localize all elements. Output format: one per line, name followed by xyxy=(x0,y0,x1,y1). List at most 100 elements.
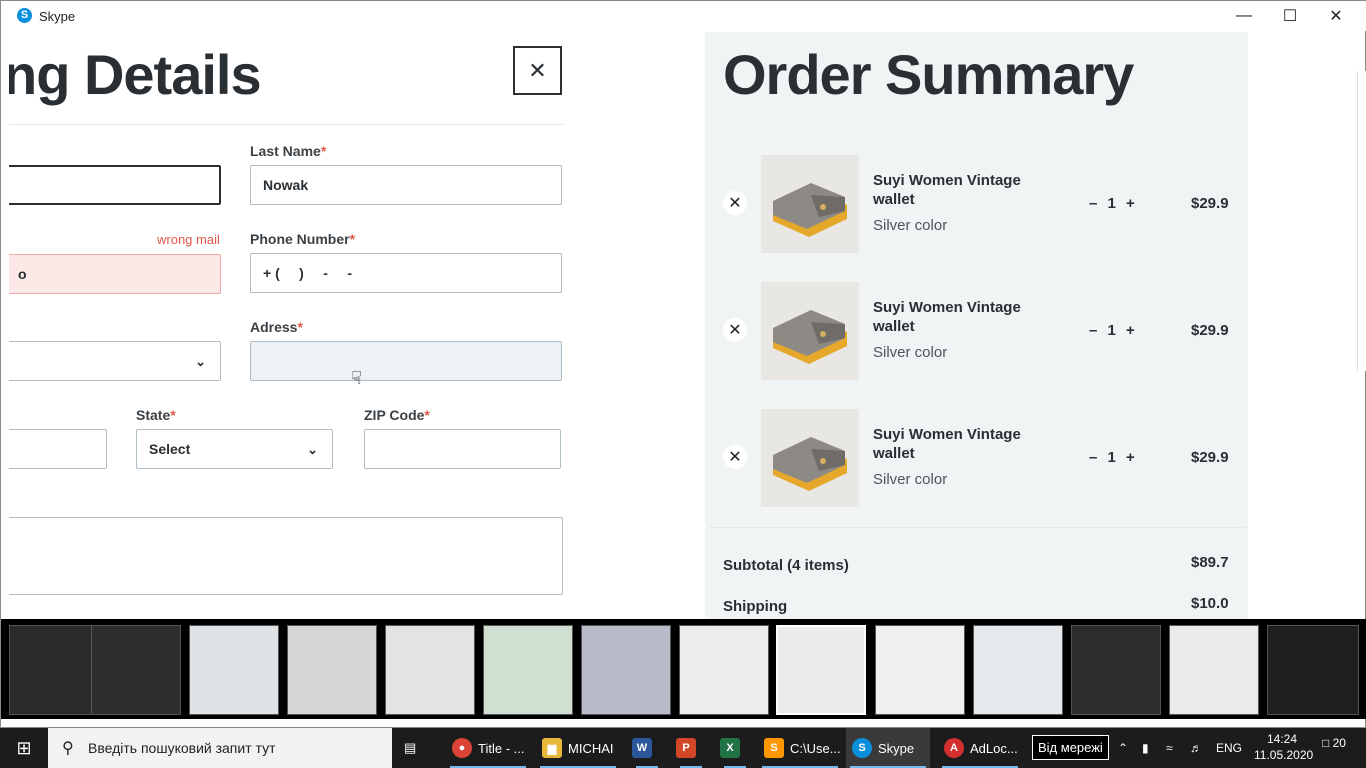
chevron-down-icon: ⌄ xyxy=(307,442,318,457)
start-button[interactable]: ⊞ xyxy=(0,728,48,768)
close-icon: ✕ xyxy=(728,449,742,466)
phone-input[interactable]: + ( ) - - xyxy=(250,253,562,293)
show-hidden-icons-button[interactable]: ⌃ xyxy=(1118,728,1134,768)
form-heading: ng Details xyxy=(9,43,262,106)
battery-icon[interactable]: ▮ xyxy=(1142,728,1160,768)
subtotal-label: Subtotal (4 items) xyxy=(723,557,849,574)
thumbnail[interactable] xyxy=(679,625,769,715)
taskbar-app-chrome[interactable]: ● Title - ... xyxy=(446,728,530,768)
date: 11.05.2020 xyxy=(1254,748,1314,762)
quantity-stepper[interactable]: – 1 + xyxy=(1089,322,1135,339)
minimize-button[interactable]: — xyxy=(1221,1,1267,31)
cart-item: ✕ Suyi Women Vintage wallet Silver color… xyxy=(705,282,1248,382)
chevron-down-icon: ⌄ xyxy=(195,354,206,369)
state-label: State* xyxy=(136,407,176,423)
close-icon: ✕ xyxy=(728,195,742,212)
sublime-icon: S xyxy=(764,738,784,758)
thumbnail-selected[interactable] xyxy=(776,625,866,715)
hand-cursor-icon: ☟ xyxy=(351,368,362,388)
taskbar-app-folder[interactable]: ▆ MICHAI xyxy=(536,728,620,768)
task-view-button[interactable]: ▤ xyxy=(404,728,428,768)
shipping-value: $10.0 xyxy=(1191,595,1229,612)
last-name-label: Last Name* xyxy=(250,143,327,159)
close-form-button[interactable]: ✕ xyxy=(513,46,562,95)
close-icon: ✕ xyxy=(528,57,547,83)
chevron-up-icon: ⌃ xyxy=(1118,741,1129,755)
task-view-icon: ▤ xyxy=(404,740,417,755)
zip-label: ZIP Code* xyxy=(364,407,430,423)
adlock-icon: A xyxy=(944,738,964,758)
notification-count: 20 xyxy=(1332,736,1346,750)
quantity-stepper[interactable]: – 1 + xyxy=(1089,449,1135,466)
close-window-button[interactable]: ✕ xyxy=(1313,1,1359,31)
taskbar-app-adlock[interactable]: A AdLoc... xyxy=(938,728,1022,768)
wifi-icon[interactable]: ≈ xyxy=(1166,728,1184,768)
thumbnail[interactable] xyxy=(91,625,181,715)
remove-item-button[interactable]: ✕ xyxy=(723,445,747,469)
taskbar-app-skype[interactable]: S Skype xyxy=(846,728,930,768)
divider xyxy=(9,124,564,125)
notifications-button[interactable]: □ 20 xyxy=(1322,736,1350,760)
product-color: Silver color xyxy=(873,217,948,234)
last-name-input[interactable]: Nowak xyxy=(250,165,562,205)
search-icon: ⚲ xyxy=(62,740,74,757)
state-select[interactable]: Select ⌄ xyxy=(136,429,333,469)
address-label: Adress* xyxy=(250,319,303,335)
windows-taskbar: ⊞ ⚲ Введіть пошуковий запит тут ▤ ● Title… xyxy=(0,728,1366,768)
thumbnail[interactable] xyxy=(1071,625,1161,715)
product-name: Suyi Women Vintage wallet xyxy=(873,172,1021,208)
product-name: Suyi Women Vintage wallet xyxy=(873,299,1021,335)
word-icon: W xyxy=(632,738,652,758)
close-icon: ✕ xyxy=(728,322,742,339)
first-name-input[interactable] xyxy=(9,165,221,205)
volume-icon[interactable]: ♬ xyxy=(1190,728,1208,768)
taskbar-app-excel[interactable]: X xyxy=(720,728,750,768)
remove-item-button[interactable]: ✕ xyxy=(723,318,747,342)
taskbar-app-sublime[interactable]: S C:\Use... xyxy=(758,728,842,768)
product-image xyxy=(761,409,859,507)
scrollbar[interactable] xyxy=(1357,71,1366,371)
skype-icon: S xyxy=(852,738,872,758)
cart-item: ✕ Suyi Women Vintage wallet Silver color… xyxy=(705,409,1248,509)
time: 14:24 xyxy=(1266,732,1298,746)
product-color: Silver color xyxy=(873,344,948,361)
thumbnail[interactable] xyxy=(287,625,377,715)
cart-item: ✕ Suyi Women Vintage wallet Silver color… xyxy=(705,155,1248,255)
notes-textarea[interactable] xyxy=(9,517,563,595)
thumbnail[interactable] xyxy=(875,625,965,715)
thumbnail[interactable] xyxy=(973,625,1063,715)
clock[interactable]: 14:24 11.05.2020 xyxy=(1254,731,1314,763)
maximize-button[interactable]: ☐ xyxy=(1267,1,1313,31)
thumbnail[interactable] xyxy=(9,625,99,715)
windows-logo-icon: ⊞ xyxy=(16,737,32,758)
shipping-label: Shipping xyxy=(723,598,788,615)
item-price: $29.9 xyxy=(1191,322,1229,339)
product-color: Silver color xyxy=(873,471,948,488)
thumbnail[interactable] xyxy=(581,625,671,715)
chrome-icon: ● xyxy=(452,738,472,758)
thumbnail[interactable] xyxy=(385,625,475,715)
quantity-stepper[interactable]: – 1 + xyxy=(1089,195,1135,212)
thumbnail[interactable] xyxy=(1169,625,1259,715)
remove-item-button[interactable]: ✕ xyxy=(723,191,747,215)
address-input[interactable] xyxy=(250,341,562,381)
zip-input[interactable] xyxy=(364,429,561,469)
email-input[interactable]: o xyxy=(9,254,221,294)
taskbar-app-powerpoint[interactable]: P xyxy=(676,728,706,768)
powerpoint-icon: P xyxy=(676,738,696,758)
divider xyxy=(709,527,1246,528)
product-image xyxy=(761,155,859,253)
city-input[interactable] xyxy=(9,429,107,469)
taskbar-search[interactable]: ⚲ Введіть пошуковий запит тут xyxy=(48,728,392,768)
product-image xyxy=(761,282,859,380)
notification-icon: □ xyxy=(1322,736,1330,750)
taskbar-app-word[interactable]: W xyxy=(632,728,662,768)
thumbnail[interactable] xyxy=(1267,625,1359,715)
thumbnail[interactable] xyxy=(189,625,279,715)
search-placeholder: Введіть пошуковий запит тут xyxy=(88,740,276,756)
thumbnail[interactable] xyxy=(483,625,573,715)
country-select[interactable]: ⌄ xyxy=(9,341,221,381)
window-title: Skype xyxy=(39,9,76,24)
billing-details-form: ng Details ✕ Last Name* Nowak wrong mail… xyxy=(9,32,699,619)
language-indicator[interactable]: ENG xyxy=(1216,728,1246,768)
